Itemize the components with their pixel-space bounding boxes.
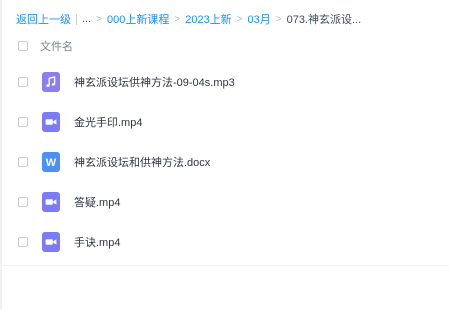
breadcrumb-arrow: >: [275, 13, 282, 25]
row-checkbox[interactable]: [18, 77, 28, 87]
breadcrumb-arrow: >: [174, 13, 181, 25]
file-row[interactable]: 答疑.mp4: [0, 182, 449, 222]
file-list: 神玄派设坛供神方法-09-04s.mp3 金光手印.mp4 W 神玄派设坛和供神…: [0, 62, 449, 262]
table-header: 文件名: [18, 36, 73, 56]
filename-column-header[interactable]: 文件名: [40, 38, 73, 54]
video-camera-icon: [42, 232, 60, 252]
music-note-icon: [42, 72, 60, 92]
file-browser-page: 返回上一级 ... > 000上新课程 > 2023上新 > 03月 > 073…: [0, 0, 449, 310]
file-row[interactable]: 金光手印.mp4: [0, 102, 449, 142]
select-all-checkbox[interactable]: [18, 41, 28, 51]
word-icon-letter: W: [46, 157, 57, 169]
breadcrumb-arrow: >: [96, 13, 103, 25]
file-name[interactable]: 手诀.mp4: [74, 234, 120, 250]
breadcrumb-current: 073.神玄派设...: [286, 14, 362, 26]
word-document-icon: W: [42, 152, 60, 172]
breadcrumb-ellipsis[interactable]: ...: [82, 13, 91, 25]
breadcrumb: 返回上一级 ... > 000上新课程 > 2023上新 > 03月 > 073…: [16, 11, 361, 27]
file-name[interactable]: 神玄派设坛和供神方法.docx: [74, 154, 210, 170]
file-row[interactable]: 手诀.mp4: [0, 222, 449, 262]
file-row[interactable]: 神玄派设坛供神方法-09-04s.mp3: [0, 62, 449, 102]
breadcrumb-divider: [76, 13, 77, 25]
breadcrumb-item[interactable]: 2023上新: [185, 11, 231, 27]
breadcrumb-arrow: >: [236, 13, 243, 25]
video-camera-icon: [42, 112, 60, 132]
breadcrumb-item[interactable]: 000上新课程: [107, 11, 169, 27]
row-checkbox[interactable]: [18, 157, 28, 167]
file-name[interactable]: 神玄派设坛供神方法-09-04s.mp3: [74, 74, 235, 90]
row-checkbox[interactable]: [18, 117, 28, 127]
back-button[interactable]: 返回上一级: [16, 11, 71, 27]
list-bottom-divider: [0, 265, 449, 266]
file-name[interactable]: 金光手印.mp4: [74, 114, 142, 130]
row-checkbox[interactable]: [18, 197, 28, 207]
row-checkbox[interactable]: [18, 237, 28, 247]
breadcrumb-item[interactable]: 03月: [248, 11, 271, 27]
file-row[interactable]: W 神玄派设坛和供神方法.docx: [0, 142, 449, 182]
video-camera-icon: [42, 192, 60, 212]
file-name[interactable]: 答疑.mp4: [74, 194, 120, 210]
